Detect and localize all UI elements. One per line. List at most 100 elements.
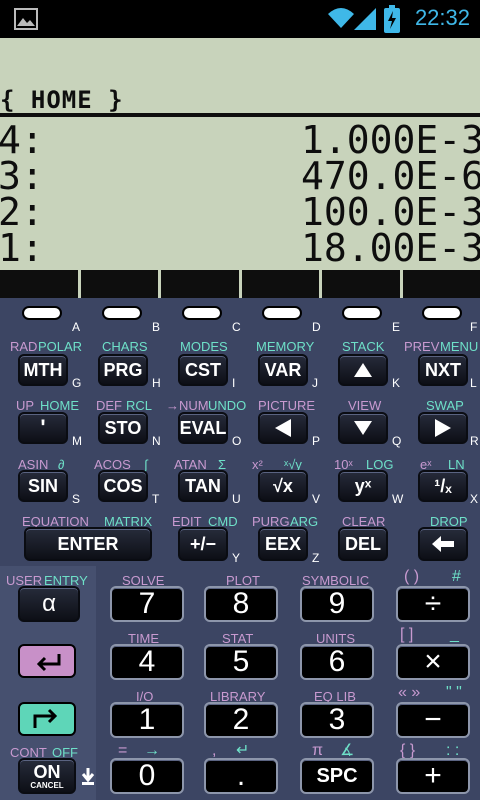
divide-key[interactable]: ÷ <box>396 586 470 622</box>
right-shift-arrow-icon <box>33 708 58 728</box>
digit-4-key[interactable]: 4 <box>110 644 184 680</box>
right-arrow-key[interactable] <box>418 412 468 444</box>
softkey-e-button[interactable] <box>342 306 382 320</box>
on-cancel-key[interactable]: ON CANCEL <box>18 758 76 794</box>
right-shift-key[interactable] <box>18 702 76 736</box>
shift-label: { } <box>400 742 416 759</box>
stack-level-value: 18.00E-3 <box>300 226 480 270</box>
signal-icon <box>354 8 376 30</box>
keypad: A B C D E F RAD POLAR CHARS MODES MEMORY… <box>0 298 480 800</box>
alpha-letter: W <box>392 492 404 506</box>
tan-key[interactable]: TAN <box>178 470 228 502</box>
sign-change-key[interactable]: +/− <box>178 527 228 561</box>
nxt-key[interactable]: NXT <box>418 354 468 386</box>
softkey-b-button[interactable] <box>102 306 142 320</box>
stack-level-value: 470.0E-6 <box>300 154 480 198</box>
del-key[interactable]: DEL <box>338 527 388 561</box>
softkey-label-5 <box>322 270 400 298</box>
stack-level-value: 100.0E-3 <box>300 190 480 234</box>
alpha-letter: G <box>72 376 82 390</box>
shift-label: RCL <box>126 398 153 413</box>
alpha-letter: Q <box>392 434 402 448</box>
digit-2-key[interactable]: 2 <box>204 702 278 738</box>
softkey-f-button[interactable] <box>422 306 462 320</box>
left-shift-key[interactable] <box>18 644 76 678</box>
softkey-menu-bar <box>0 270 480 298</box>
up-arrow-icon <box>354 363 372 377</box>
shift-label: →NUM <box>166 398 209 413</box>
shift-label: [ ] <box>400 626 414 643</box>
shift-label: SWAP <box>426 398 464 413</box>
left-arrow-key[interactable] <box>258 412 308 444</box>
clock: 22:32 <box>414 5 470 30</box>
stack-level-2: 2: 100.0E-3 <box>0 190 480 234</box>
cancel-label: CANCEL <box>30 780 64 790</box>
backspace-key[interactable] <box>418 527 468 561</box>
sin-key[interactable]: SIN <box>18 470 68 502</box>
alpha-letter: T <box>152 492 160 506</box>
digit-1-key[interactable]: 1 <box>110 702 184 738</box>
on-label: ON <box>33 761 61 782</box>
var-key[interactable]: VAR <box>258 354 308 386</box>
space-key[interactable]: SPC <box>300 758 374 794</box>
alpha-letter: L <box>470 376 477 390</box>
sto-key[interactable]: STO <box>98 412 148 444</box>
cst-key[interactable]: CST <box>178 354 228 386</box>
alpha-letter: U <box>232 492 241 506</box>
directory-header: { HOME } <box>0 86 124 114</box>
softkey-c-button[interactable] <box>182 306 222 320</box>
eval-key[interactable]: EVAL <box>178 412 228 444</box>
shift-label: _ <box>450 626 459 643</box>
digit-7-key[interactable]: 7 <box>110 586 184 622</box>
mth-key[interactable]: MTH <box>18 354 68 386</box>
up-arrow-key[interactable] <box>338 354 388 386</box>
multiply-key[interactable]: × <box>396 644 470 680</box>
power-key[interactable]: yˣ <box>338 470 388 502</box>
alpha-letter: N <box>152 434 161 448</box>
prg-key[interactable]: PRG <box>98 354 148 386</box>
stack-level-3: 3: 470.0E-6 <box>0 154 480 198</box>
alpha-letter: D <box>312 320 321 334</box>
add-key[interactable]: + <box>396 758 470 794</box>
softkey-label-1 <box>0 270 78 298</box>
digit-6-key[interactable]: 6 <box>300 644 374 680</box>
stack-level-label: 1: <box>0 226 44 270</box>
digit-5-key[interactable]: 5 <box>204 644 278 680</box>
alpha-letter: P <box>312 434 321 448</box>
left-arrow-icon <box>275 419 291 437</box>
eex-key[interactable]: EEX <box>258 527 308 561</box>
digit-8-key[interactable]: 8 <box>204 586 278 622</box>
alpha-key[interactable]: α <box>18 586 80 622</box>
stack-level-label: 4: <box>0 118 44 162</box>
shift-label: π <box>312 742 324 759</box>
shift-label: , <box>212 742 217 759</box>
shift-label: ↵ <box>236 742 250 759</box>
reciprocal-key[interactable]: ¹/ₓ <box>418 470 468 502</box>
alpha-letter: S <box>72 492 81 506</box>
shift-label: x² <box>252 457 263 472</box>
alpha-letter: K <box>392 376 401 390</box>
alpha-letter: H <box>152 376 161 390</box>
shift-label: DEF <box>96 398 122 413</box>
enter-key[interactable]: ENTER <box>24 527 152 561</box>
digit-9-key[interactable]: 9 <box>300 586 374 622</box>
shift-label: MEMORY <box>256 339 315 354</box>
alpha-letter: A <box>72 320 81 334</box>
sqrt-key[interactable]: √x <box>258 470 308 502</box>
softkey-d-button[interactable] <box>262 306 302 320</box>
shift-label: UNDO <box>208 398 247 413</box>
shift-label: " " <box>446 684 462 701</box>
shift-label: MODES <box>180 339 228 354</box>
tick-key[interactable]: ' <box>18 412 68 444</box>
decimal-point-key[interactable]: . <box>204 758 278 794</box>
cos-key[interactable]: COS <box>98 470 148 502</box>
softkey-label-4 <box>241 270 319 298</box>
stack-level-1: 1: 18.00E-3 <box>0 226 480 270</box>
alpha-letter: R <box>470 434 479 448</box>
subtract-key[interactable]: − <box>396 702 470 738</box>
down-arrow-key[interactable] <box>338 412 388 444</box>
status-bar: 22:32 <box>0 0 480 38</box>
digit-0-key[interactable]: 0 <box>110 758 184 794</box>
digit-3-key[interactable]: 3 <box>300 702 374 738</box>
softkey-a-button[interactable] <box>22 306 62 320</box>
